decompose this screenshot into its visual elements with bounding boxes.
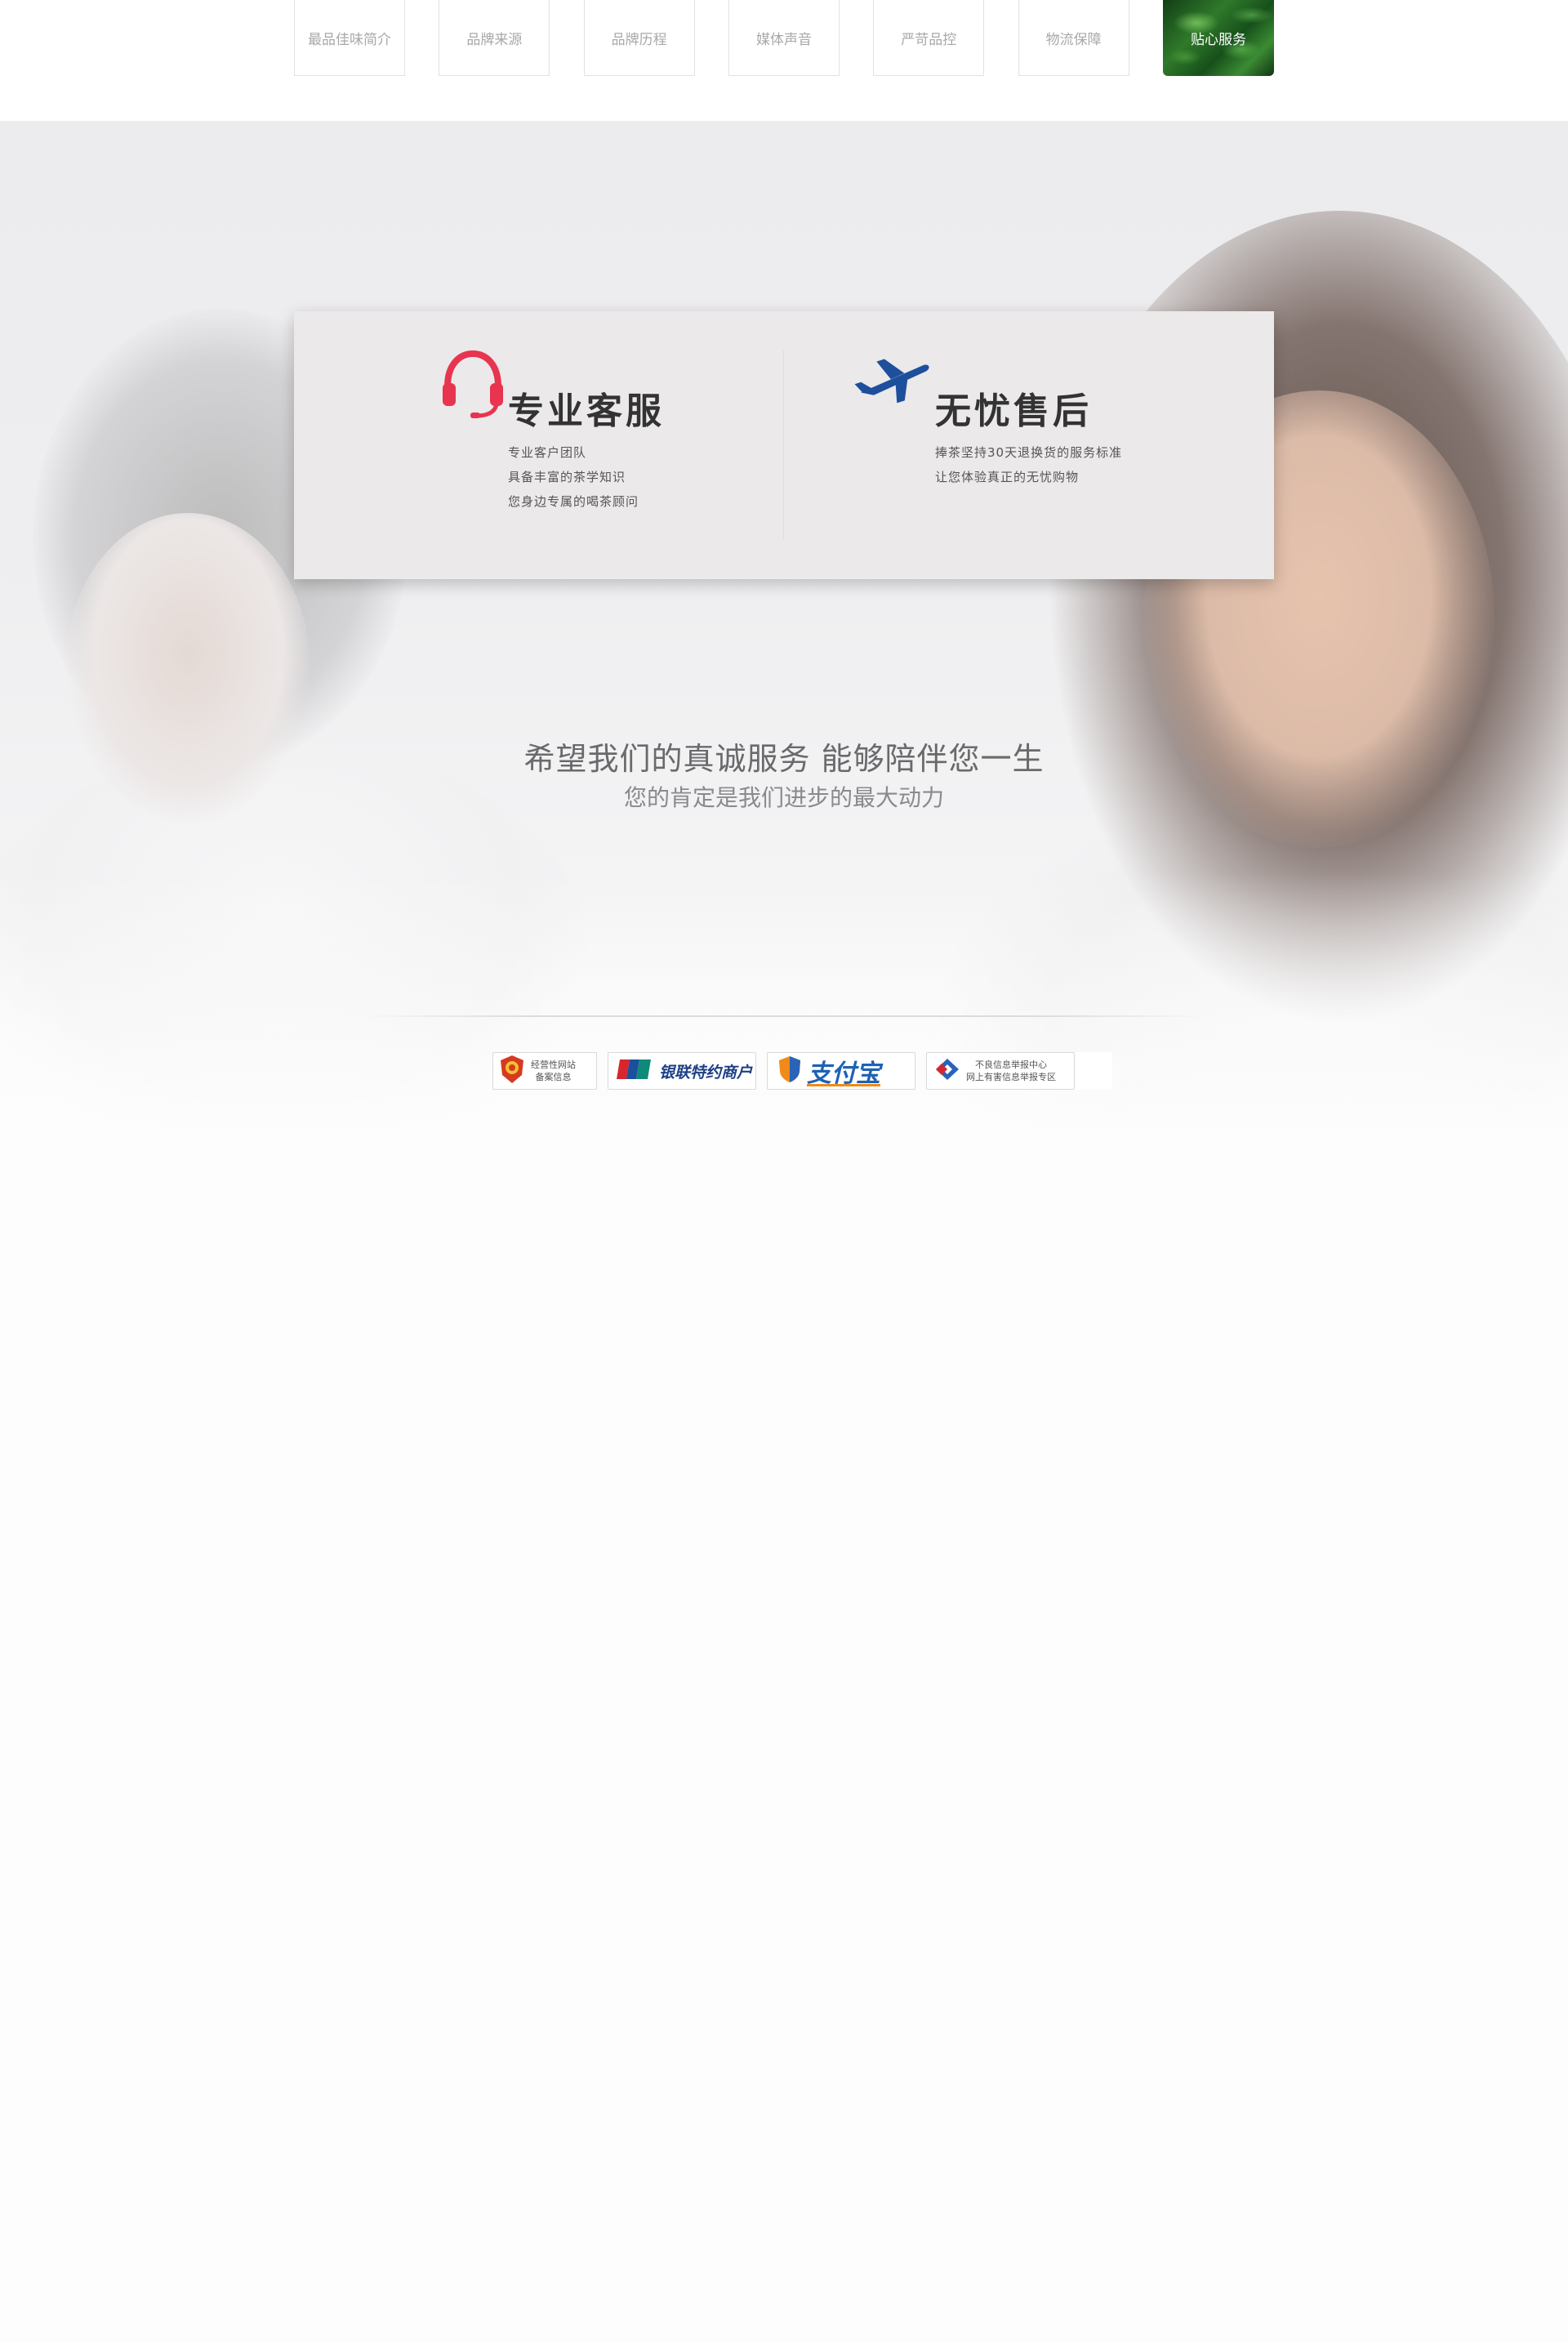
feature-title: 无忧售后 <box>935 390 1092 432</box>
card-divider <box>783 350 784 540</box>
tab-bar: 最品佳味简介 品牌来源 品牌历程 媒体声音 严苛品控 物流保障 贴心服务 <box>294 0 1274 78</box>
tab-logistics[interactable]: 物流保障 <box>1018 0 1129 76</box>
slogan: 希望我们的真诚服务 能够陪伴您一生 您的肯定是我们进步的最大动力 <box>0 734 1568 813</box>
badge-line: 经营性网站 <box>531 1059 576 1070</box>
feature-line: 让您体验真正的无忧购物 <box>935 470 1080 484</box>
tab-quality-control[interactable]: 严苛品控 <box>873 0 985 76</box>
top-navigation: 最品佳味简介 品牌来源 品牌历程 媒体声音 严苛品控 物流保障 贴心服务 <box>0 0 1568 121</box>
feature-title: 专业客服 <box>508 390 665 432</box>
feature-description: 捧茶坚持30天退换货的服务标准 让您体验真正的无忧购物 <box>935 440 1122 489</box>
badge-alipay[interactable]: 支付宝 <box>767 1052 915 1090</box>
badge-text: 经营性网站 备案信息 <box>531 1059 576 1083</box>
trust-badges: 经营性网站 备案信息 银联特约商户 支付宝 不良信息举报中心 网上有害信息举报专… <box>492 1052 1112 1090</box>
tab-brand-intro[interactable]: 最品佳味简介 <box>294 0 405 76</box>
headset-icon <box>441 350 505 422</box>
alipay-shield-icon <box>777 1055 802 1086</box>
footer-divider <box>359 1015 1209 1017</box>
feature-card: 专业客服 专业客户团队 具备丰富的茶学知识 您身边专属的喝茶顾问 无忧售后 捧茶… <box>294 311 1274 579</box>
badge-line: 备案信息 <box>535 1072 572 1082</box>
tab-brand-origin[interactable]: 品牌来源 <box>439 0 550 76</box>
hero-background: 专业客服 专业客户团队 具备丰富的茶学知识 您身边专属的喝茶顾问 无忧售后 捧茶… <box>0 121 1568 1167</box>
badge-label: 银联特约商户 <box>659 1063 753 1082</box>
tab-service[interactable]: 贴心服务 <box>1162 0 1274 76</box>
feature-line: 专业客户团队 <box>508 445 587 460</box>
feature-line: 您身边专属的喝茶顾问 <box>508 494 639 509</box>
hero-fade <box>0 872 1568 1167</box>
tab-brand-history[interactable]: 品牌历程 <box>583 0 695 76</box>
feature-line: 具备丰富的茶学知识 <box>508 470 626 484</box>
airplane-icon <box>853 350 935 411</box>
badge-label: 支付宝 <box>807 1059 880 1088</box>
feature-description: 专业客户团队 具备丰富的茶学知识 您身边专属的喝茶顾问 <box>508 440 639 514</box>
unionpay-logo-icon <box>617 1058 653 1084</box>
badge-line: 网上有害信息举报专区 <box>966 1072 1056 1082</box>
badge-website-record[interactable]: 经营性网站 备案信息 <box>492 1052 597 1090</box>
badge-report-center[interactable]: 不良信息举报中心 网上有害信息举报专区 <box>926 1052 1075 1090</box>
badge-spacer <box>1075 1052 1112 1090</box>
slogan-sub: 您的肯定是我们进步的最大动力 <box>623 784 944 811</box>
feature-line: 捧茶坚持30天退换货的服务标准 <box>935 445 1123 460</box>
report-center-icon <box>933 1057 961 1085</box>
slogan-main: 希望我们的真诚服务 能够陪伴您一生 <box>523 741 1045 777</box>
badge-text: 不良信息举报中心 网上有害信息举报专区 <box>966 1059 1056 1083</box>
tab-media[interactable]: 媒体声音 <box>728 0 840 76</box>
police-emblem-icon <box>498 1054 526 1088</box>
badge-unionpay[interactable]: 银联特约商户 <box>608 1052 756 1090</box>
badge-line: 不良信息举报中心 <box>975 1059 1047 1070</box>
